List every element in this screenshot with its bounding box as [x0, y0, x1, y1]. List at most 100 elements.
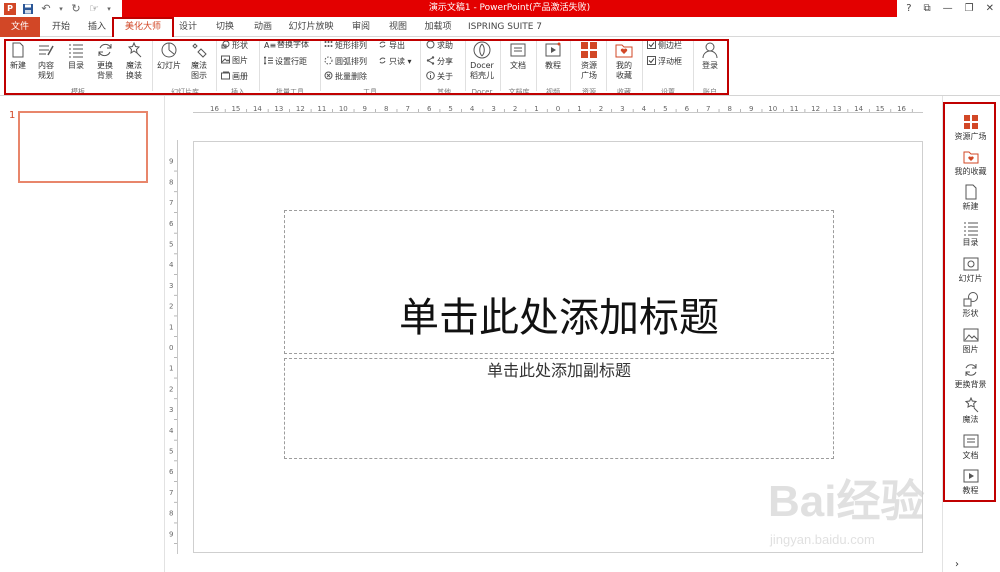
tab-addins[interactable]: 加载项 [420, 17, 456, 37]
ruler-tick-label: 10 [768, 105, 777, 113]
ribbon-highlight-box [4, 39, 729, 95]
ruler-tick-label: 9 [169, 530, 173, 538]
shape-icon [963, 292, 978, 307]
ruler-tick-label: 5 [169, 448, 173, 456]
panel-collapse-icon[interactable]: › [950, 560, 964, 570]
side-resource-square[interactable]: 资源广场 [946, 114, 995, 142]
powerpoint-logo-icon: P [4, 2, 16, 15]
ruler-tick-label: 12 [811, 105, 820, 113]
ruler-tick-label: 15 [231, 105, 240, 113]
ruler-tick-label: 2 [169, 385, 173, 393]
tab-file[interactable]: 文件 [0, 17, 40, 37]
ruler-tick-label: 1 [577, 105, 581, 113]
ruler-tick-label: 16 [897, 105, 906, 113]
tab-ispring[interactable]: ISPRING SUITE 7 [464, 17, 546, 37]
undo-icon[interactable]: ↶ [40, 2, 52, 15]
document-icon [963, 434, 978, 448]
tab-animations[interactable]: 动画 [246, 17, 280, 37]
ribbon-tabs: 文件 开始 插入 美化大师 设计 切换 动画 幻灯片放映 审阅 视图 加载项 I… [0, 17, 1000, 37]
new-document-icon [965, 184, 976, 200]
tab-beautify-master[interactable]: 美化大师 [112, 17, 174, 37]
tab-view[interactable]: 视图 [381, 17, 415, 37]
side-document[interactable]: 文档 [946, 433, 995, 461]
ruler-tick-label: 9 [749, 105, 753, 113]
ruler-tick-label: 14 [253, 105, 262, 113]
tab-design[interactable]: 设计 [174, 17, 202, 37]
close-button[interactable]: ✕ [986, 3, 994, 14]
ruler-tick-label: 4 [169, 427, 174, 435]
ruler-tick-label: 11 [790, 105, 799, 113]
ruler-tick-label: 14 [854, 105, 863, 113]
help-button[interactable]: ? [906, 3, 911, 14]
ruler-tick-label: 6 [169, 468, 174, 476]
vertical-ruler: 9 8 7 6 5 4 3 2 1 0 1 2 3 4 5 6 7 8 9 [169, 140, 178, 554]
side-change-background[interactable]: 更换背景 [946, 362, 995, 390]
ruler-tick-label: 8 [728, 105, 732, 113]
slide-thumbnail-pane: 1 [0, 96, 165, 572]
side-picture[interactable]: 图片 [946, 327, 995, 355]
ruler-tick-label: 6 [427, 105, 432, 113]
ruler-tick-label: 1 [169, 365, 173, 373]
customize-qat-icon[interactable]: ▾ [106, 3, 112, 15]
ruler-tick-label: 10 [339, 105, 348, 113]
dropdown-icon[interactable]: ▾ [58, 3, 64, 15]
ruler-tick-label: 5 [663, 105, 667, 113]
ruler-tick-label: 13 [833, 105, 842, 113]
side-toc[interactable]: 目录 [946, 220, 995, 248]
side-new[interactable]: 新建 [946, 184, 995, 212]
ruler-tick-label: 15 [876, 105, 885, 113]
ruler-tick-label: 7 [405, 105, 409, 113]
ruler-tick-label: 6 [169, 220, 174, 228]
slide-thumbnail[interactable] [18, 111, 148, 183]
ruler-tick-label: 1 [169, 323, 173, 331]
ruler-tick-label: 6 [685, 105, 690, 113]
baidu-jingyan-watermark: Bai经验 jingyan.baidu.com [768, 477, 924, 547]
subtitle-placeholder[interactable]: 单击此处添加副标题 [284, 358, 834, 459]
ruler-tick-label: 8 [384, 105, 388, 113]
tab-home[interactable]: 开始 [44, 17, 78, 37]
ruler-tick-label: 2 [169, 303, 173, 311]
redo-icon[interactable]: ↻ [70, 2, 82, 15]
ruler-tick-label: 0 [556, 105, 560, 113]
slide-icon [963, 257, 978, 271]
side-shape[interactable]: 形状 [946, 291, 995, 319]
tab-transitions[interactable]: 切换 [208, 17, 242, 37]
tab-review[interactable]: 审阅 [344, 17, 378, 37]
restore-button[interactable]: ❐ [965, 3, 974, 14]
ruler-tick-label: 4 [169, 261, 174, 269]
ruler-tick-label: 3 [491, 105, 495, 113]
title-placeholder-text: 单击此处添加标题 [399, 295, 719, 341]
side-tutorial[interactable]: 教程 [946, 468, 995, 496]
ruler-tick-label: 5 [448, 105, 452, 113]
ruler-tick-label: 9 [169, 158, 173, 166]
side-my-favorites[interactable]: 我的收藏 [946, 149, 995, 177]
save-icon[interactable] [22, 3, 34, 15]
ruler-tick-label: 4 [642, 105, 647, 113]
ruler-tick-label: 2 [513, 105, 517, 113]
tab-slideshow[interactable]: 幻灯片放映 [285, 17, 337, 37]
ruler-tick-label: 3 [169, 406, 173, 414]
ruler-tick-label: 1 [534, 105, 538, 113]
ruler-tick-label: 4 [470, 105, 475, 113]
touch-mode-icon[interactable]: ☞ [88, 2, 100, 15]
ruler-tick-label: 12 [296, 105, 305, 113]
slide-number: 1 [9, 110, 16, 121]
side-magic[interactable]: 魔法 [946, 397, 995, 425]
ruler-tick-label: 7 [706, 105, 710, 113]
ruler-tick-label: 8 [169, 178, 173, 186]
ruler-tick-label: 9 [363, 105, 367, 113]
minimize-button[interactable]: — [943, 3, 953, 14]
side-slide[interactable]: 幻灯片 [946, 256, 995, 284]
title-placeholder[interactable]: 单击此处添加标题 [284, 210, 834, 354]
quick-access-toolbar: P ↶ ▾ ↻ ☞ ▾ [4, 1, 112, 16]
ruler-tick-label: 3 [620, 105, 624, 113]
watermark-brand: Bai经验 [768, 477, 924, 526]
ruler-tick-label: 3 [169, 282, 173, 290]
ruler-tick-label: 8 [169, 510, 173, 518]
ribbon-display-button[interactable]: ⧉ [924, 3, 931, 14]
ruler-tick-label: 5 [169, 241, 173, 249]
window-title: 演示文稿1 - PowerPoint(产品激活失败) [428, 3, 591, 13]
horizontal-ruler: 16 15 14 13 12 11 10 9 8 7 6 5 4 3 2 1 0 1 2 3 4 5 6 7 8 9 10 11 12 1… [193, 105, 923, 113]
tab-insert[interactable]: 插入 [80, 17, 114, 37]
ruler-tick-label: 7 [169, 489, 173, 497]
